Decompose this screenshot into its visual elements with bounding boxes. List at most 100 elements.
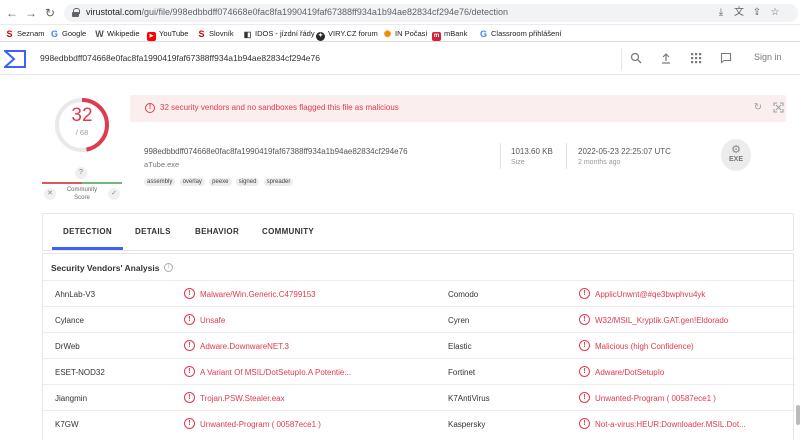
vendor-name: Kaspersky (448, 420, 486, 429)
gear-icon: ⚙ (731, 144, 741, 156)
detection-result[interactable]: Unwanted-Program ( 00587ece1 ) (595, 394, 716, 403)
vendor-name: ESET-NOD32 (55, 368, 105, 377)
thumbs-up-icon[interactable]: ✓ (108, 188, 120, 200)
vendor-name: Comodo (448, 290, 479, 299)
file-size: 1013.60 KB (511, 147, 553, 156)
info-icon[interactable]: i (164, 263, 173, 272)
back-arrow-icon[interactable]: ← (5, 6, 19, 20)
idos-icon: ◧ (243, 30, 252, 39)
community-score-label: Community Score (66, 187, 98, 201)
vendor-name: Elastic (448, 342, 472, 351)
bookmark-item[interactable]: ▶ YouTube (147, 28, 188, 41)
tag[interactable]: peexe (209, 178, 232, 186)
detection-result[interactable]: Unwanted-Program ( 00587ece1 ) (200, 420, 321, 429)
detection-score: 32 / 68 (52, 95, 112, 155)
malicious-alert-icon: ! (579, 418, 590, 429)
page-scrollbar[interactable] (796, 405, 800, 425)
bookmark-item[interactable]: m mBank (432, 28, 467, 41)
site-header: 998edbbdff074668e0fac8fa1990419faf67388f… (0, 42, 800, 75)
bookmark-item[interactable]: G Google (50, 28, 86, 39)
address-bar[interactable]: virustotal.com/gui/file/998edbbdff074668… (64, 4, 798, 22)
sign-in-link[interactable]: Sign in (754, 52, 782, 62)
engine-total: / 68 (75, 128, 89, 137)
file-tags: assembly overlay peexe signed spreader (144, 176, 295, 186)
translate-icon[interactable]: 文 (732, 6, 746, 20)
apps-grid-icon[interactable] (689, 52, 703, 66)
lock-icon (72, 8, 80, 17)
tab-detection[interactable]: DETECTION (63, 227, 112, 236)
malicious-alert-icon: ! (579, 366, 590, 377)
download-icon[interactable]: ⤓ (714, 6, 728, 20)
detection-result[interactable]: ApplicUnwnt@#qe3bwphvu4yk (595, 290, 705, 299)
reload-icon[interactable]: ↻ (43, 6, 57, 20)
vendor-name: Cyren (448, 316, 470, 325)
virustotal-logo-icon[interactable] (4, 50, 26, 68)
file-name: aTube.exe (144, 160, 180, 169)
tag[interactable]: spreader (263, 178, 294, 186)
bookmark-item[interactable]: ✺ IN Počasí (383, 28, 428, 39)
active-tab-indicator (52, 247, 123, 250)
bookmark-item[interactable]: ◧ IDOS - jízdní řády (243, 28, 315, 39)
bookmark-star-icon[interactable]: ☆ (768, 6, 782, 20)
tag[interactable]: overlay (179, 178, 205, 186)
sun-icon: ✺ (383, 29, 392, 39)
tab-behavior[interactable]: BEHAVIOR (195, 227, 239, 236)
thumbs-down-icon[interactable]: ✕ (44, 188, 56, 200)
table-row: DrWeb ! Adware.DownwareNET.3 Elastic ! M… (43, 332, 795, 358)
meta-divider (500, 143, 501, 169)
community-score-bar (42, 182, 122, 184)
bookmarks-bar: S Seznam G Google W Wikipedie ▶ YouTube S Slo… (0, 25, 800, 42)
detection-result[interactable]: Malware/Win.Generic.C4799153 (200, 290, 316, 299)
search-icon[interactable] (629, 52, 643, 66)
upload-icon[interactable] (659, 52, 673, 66)
malicious-alert-banner: ! 32 security vendors and no sandboxes f… (130, 95, 786, 122)
detection-result[interactable]: Trojan.PSW.Stealer.eax (200, 394, 285, 403)
table-row: Cylance ! Unsafe Cyren ! W32/MSIL_Krypti… (43, 306, 795, 332)
malicious-alert-icon: ! (579, 288, 590, 299)
detection-result[interactable]: Malicious (high Confidence) (595, 342, 694, 351)
tag[interactable]: assembly (144, 178, 176, 186)
bookmark-item[interactable]: ✦ VIRY.CZ forum (316, 28, 378, 41)
bookmark-item[interactable]: S Seznam (5, 28, 44, 39)
table-row: Jiangmin ! Trojan.PSW.Stealer.eax K7Anti… (43, 384, 795, 410)
table-row: ESET-NOD32 ! A Variant Of MSIL/DotSetupI… (43, 358, 795, 384)
detection-count: 32 (71, 105, 93, 126)
seznam-s-icon: S (6, 29, 13, 39)
malicious-alert-icon: ! (184, 340, 195, 351)
bookmark-item[interactable]: G Classroom přihlášení (479, 28, 561, 39)
detection-result[interactable]: Unsafe (200, 316, 225, 325)
vendor-name: Cylance (55, 316, 84, 325)
last-analysis-relative: 2 months ago (578, 159, 621, 166)
detection-result[interactable]: Not-a-virus:HEUR:Downloader.MSIL.Dot... (595, 420, 746, 429)
detection-result[interactable]: A Variant Of MSIL/DotSetupIo.A Potentie.… (200, 368, 351, 377)
similar-files-icon[interactable] (772, 102, 784, 114)
file-size-label: Size (511, 159, 525, 166)
vendor-name: K7GW (55, 420, 79, 429)
chat-icon[interactable] (719, 52, 733, 66)
alert-circle-icon: ! (145, 103, 155, 113)
vendor-name: K7AntiVirus (448, 394, 490, 403)
vendor-name: Fortinet (448, 368, 476, 377)
malicious-alert-icon: ! (184, 366, 195, 377)
forward-arrow-icon[interactable]: → (24, 6, 38, 20)
vendor-name: AhnLab-V3 (55, 290, 96, 299)
bookmark-item[interactable]: W Wikipedie (95, 28, 139, 39)
reanalyze-icon[interactable]: ↻ (752, 102, 764, 114)
detection-result[interactable]: Adware.DownwareNET.3 (200, 342, 289, 351)
malicious-alert-icon: ! (184, 288, 195, 299)
detection-result[interactable]: W32/MSIL_Kryptik.GAT.gen!Eldorado (595, 316, 728, 325)
bookmark-item[interactable]: S Slovník (197, 28, 233, 39)
browser-toolbar: ← → ↻ virustotal.com/gui/file/998edbbdff… (0, 0, 800, 25)
detection-result[interactable]: Adware/DotSetupIo (595, 368, 664, 377)
tab-details[interactable]: DETAILS (135, 227, 171, 236)
tab-community[interactable]: COMMUNITY (262, 227, 314, 236)
tag[interactable]: signed (235, 178, 260, 186)
search-input[interactable]: 998edbbdff074668e0fac8fa1990419faf67388f… (40, 53, 320, 63)
last-analysis-date: 2022-05-23 22:25:07 UTC (578, 147, 671, 156)
url-text: virustotal.com/gui/file/998edbbdff074668… (86, 7, 509, 17)
vendors-analysis-panel: Security Vendors' Analysis i AhnLab-V3 !… (42, 253, 795, 440)
seznam-s-icon: S (198, 29, 205, 39)
mbank-icon: m (432, 32, 441, 41)
header-divider (621, 48, 622, 70)
share-icon[interactable]: ⇪ (750, 6, 764, 20)
